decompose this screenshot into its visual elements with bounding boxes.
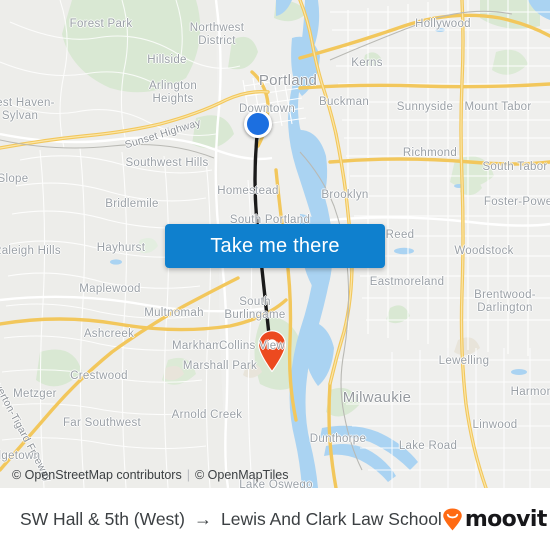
origin-stop-label: SW Hall & 5th (West) bbox=[20, 508, 185, 529]
attribution-separator: | bbox=[186, 468, 190, 482]
map-canvas[interactable]: Forest Park Northwest District Hollywood Hi… bbox=[0, 0, 550, 488]
destination-marker[interactable] bbox=[257, 330, 287, 373]
route-summary: SW Hall & 5th (West) → Lewis And Clark L… bbox=[20, 509, 442, 530]
map-attribution: © OpenStreetMap contributors | © OpenMap… bbox=[0, 462, 550, 488]
attribution-osm[interactable]: © OpenStreetMap contributors bbox=[12, 468, 182, 482]
destination-stop-label: Lewis And Clark Law School bbox=[221, 508, 442, 529]
footer-bar: SW Hall & 5th (West) → Lewis And Clark L… bbox=[0, 488, 550, 550]
attribution-tiles[interactable]: © OpenMapTiles bbox=[195, 468, 289, 482]
moovit-route-preview: Forest Park Northwest District Hollywood Hi… bbox=[0, 0, 550, 550]
take-me-there-button[interactable]: Take me there bbox=[165, 224, 385, 268]
origin-marker[interactable] bbox=[244, 110, 272, 138]
moovit-logo[interactable]: moovit bbox=[442, 507, 547, 532]
moovit-wordmark: moovit bbox=[464, 506, 548, 532]
moovit-pin-icon bbox=[442, 507, 463, 531]
arrow-right-icon: → bbox=[194, 508, 212, 529]
